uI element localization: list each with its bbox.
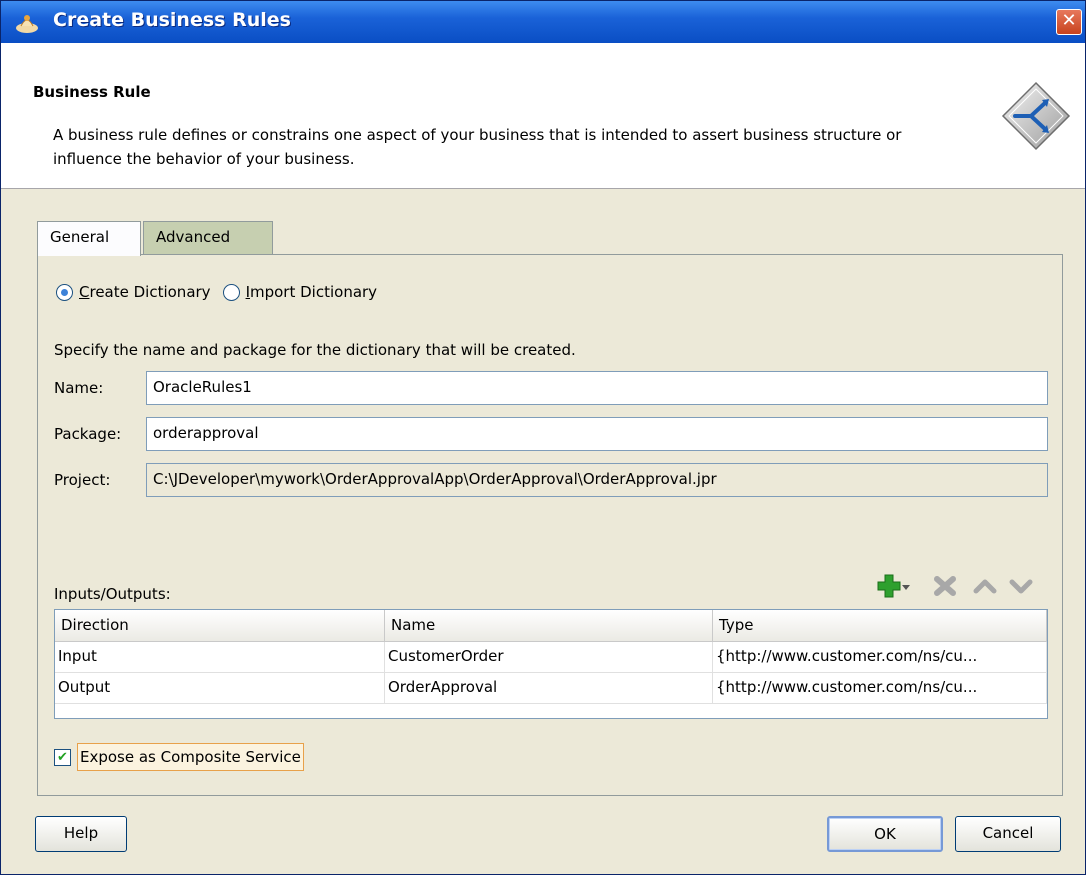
cancel-button[interactable]: Cancel [955,816,1061,852]
header-title: Business Rule [33,83,151,101]
expose-composite-checkbox[interactable]: ✔ [54,748,71,766]
column-header-direction[interactable]: Direction [55,610,385,642]
tab-advanced-label: Advanced [156,228,231,246]
create-dictionary-label-rest: reate Dictionary [89,283,211,301]
move-down-icon[interactable] [1006,571,1036,601]
create-dictionary-mnemonic: C [79,283,90,301]
create-dictionary-radio[interactable] [56,283,73,301]
column-header-type[interactable]: Type [713,610,1047,642]
package-field[interactable]: orderapproval [146,417,1048,451]
import-dictionary-radio[interactable] [222,283,240,301]
general-tab-panel: Create Dictionary Import Dictionary Spec… [37,254,1063,796]
project-field: C:\JDeveloper\mywork\OrderApprovalApp\Or… [146,463,1048,497]
dialog-header: Business Rule A business rule defines or… [1,43,1085,189]
dictionary-mode-group: Create Dictionary Import Dictionary [56,283,389,301]
table-cell-name[interactable]: OrderApproval [385,673,713,704]
table-cell-type[interactable]: {http://www.customer.com/ns/cu... [713,673,1047,704]
add-dropdown-icon[interactable] [900,571,912,601]
tab-general[interactable]: General [37,221,141,256]
name-field[interactable]: OracleRules1 [146,371,1048,405]
business-rule-icon [1001,81,1071,151]
table-cell-type[interactable]: {http://www.customer.com/ns/cu... [713,642,1047,673]
import-dictionary-label-rest: mport Dictionary [250,283,378,301]
move-up-icon[interactable] [970,571,1000,601]
header-description: A business rule defines or constrains on… [53,126,902,168]
io-toolbar [874,571,1054,601]
ok-button[interactable]: OK [827,816,943,852]
table-cell-name[interactable]: CustomerOrder [385,642,713,673]
tab-general-label: General [50,228,110,246]
table-cell-direction[interactable]: Output [55,673,385,704]
table-cell-direction[interactable]: Input [55,642,385,673]
import-dictionary-label[interactable]: Import Dictionary [246,283,378,301]
inputs-outputs-table[interactable]: Direction Name Type Input CustomerOrder … [54,609,1048,719]
project-label: Project: [54,471,111,489]
create-business-rules-dialog: Create Business Rules ✕ Business Rule A … [0,0,1086,875]
tab-advanced[interactable]: Advanced [143,221,273,255]
expose-composite-row: ✔ Expose as Composite Service [54,741,304,773]
package-label: Package: [54,425,122,443]
title-bar[interactable]: Create Business Rules ✕ [1,1,1085,43]
expose-composite-label[interactable]: Expose as Composite Service [77,743,304,771]
window-title: Create Business Rules [53,9,291,31]
delete-icon[interactable] [930,571,960,601]
help-button[interactable]: Help [35,816,127,852]
column-header-name[interactable]: Name [385,610,713,642]
app-icon [16,15,38,33]
create-dictionary-label[interactable]: Create Dictionary [79,283,211,301]
name-label: Name: [54,379,104,397]
instructions-text: Specify the name and package for the dic… [54,341,576,359]
close-icon[interactable]: ✕ [1056,9,1082,35]
inputs-outputs-label: Inputs/Outputs: [54,585,171,603]
